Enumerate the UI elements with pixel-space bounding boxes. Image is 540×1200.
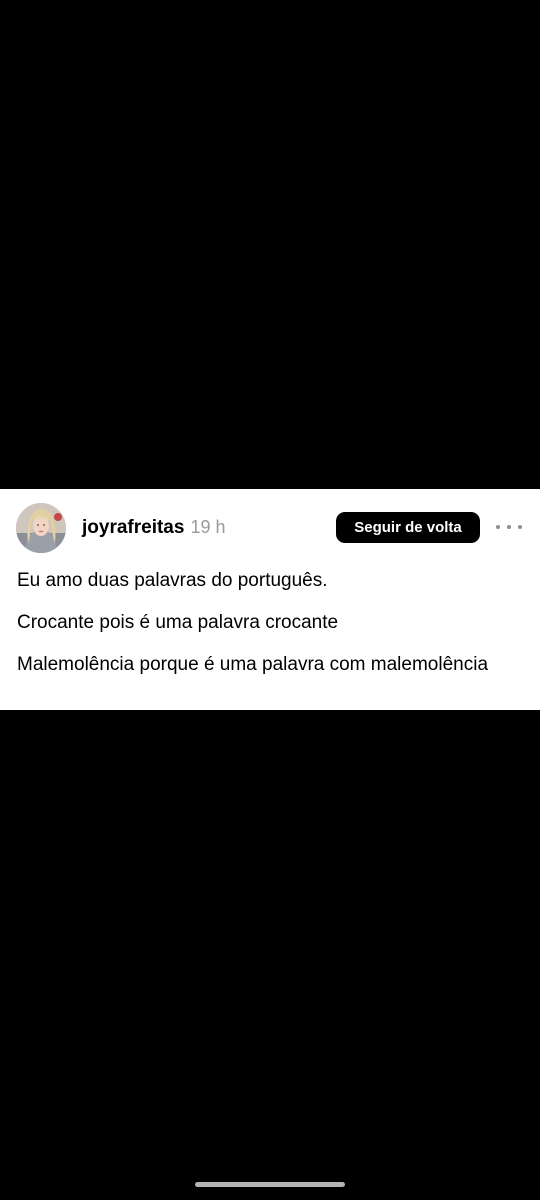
post-paragraph: Malemolência porque é uma palavra com ma… [17, 654, 489, 675]
username-link[interactable]: joyrafreitas [82, 517, 184, 538]
more-dot [507, 525, 511, 529]
post-header: joyrafreitas 19 h Seguir de volta [0, 489, 540, 567]
more-dot [518, 525, 522, 529]
post-paragraph: Crocante pois é uma palavra crocante [17, 612, 339, 633]
user-meta: joyrafreitas 19 h [82, 516, 226, 540]
post-card: joyrafreitas 19 h Seguir de volta Eu amo … [0, 489, 540, 710]
avatar[interactable] [16, 503, 66, 553]
profile-photo-icon [16, 503, 66, 553]
post-paragraph: Eu amo duas palavras do português. [17, 570, 328, 591]
post-timestamp: 19 h [190, 517, 226, 537]
screen: joyrafreitas 19 h Seguir de volta Eu amo … [0, 0, 540, 1200]
post-body: Eu amo duas palavras do português. Croca… [17, 567, 517, 693]
home-indicator[interactable] [195, 1182, 345, 1187]
more-options-icon[interactable] [496, 516, 522, 538]
more-dot [496, 525, 500, 529]
follow-back-button[interactable]: Seguir de volta [336, 512, 480, 543]
